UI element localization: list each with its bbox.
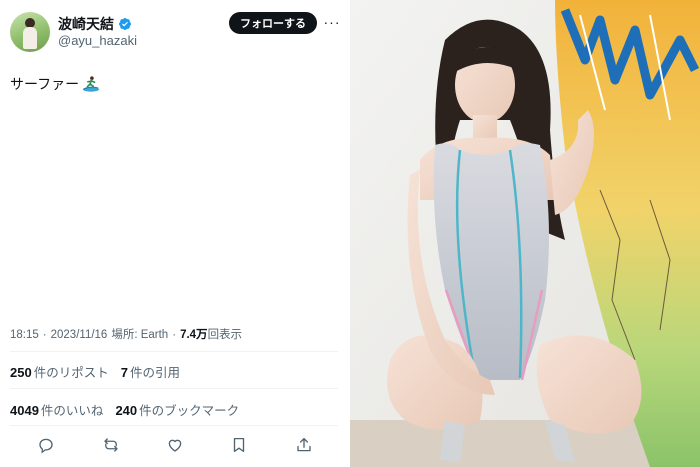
bookmarks-stat[interactable]: 240 件のブックマーク: [115, 400, 239, 419]
tweet-meta: 18:15 · 2023/11/16 場所: Earth · 7.4万 回表示: [10, 326, 242, 342]
divider: [10, 388, 338, 389]
photo-illustration: [350, 0, 700, 467]
like-icon[interactable]: [164, 434, 186, 456]
quotes-count: 7: [120, 365, 128, 380]
author-handle[interactable]: @ayu_hazaki: [58, 33, 137, 48]
verified-badge-icon: [118, 17, 132, 31]
tweet-text: サーファー: [10, 74, 100, 94]
reply-icon[interactable]: [35, 434, 57, 456]
divider: [10, 351, 338, 352]
more-options-icon[interactable]: ···: [323, 12, 341, 32]
likes-count: 4049: [10, 403, 39, 418]
reposts-label: 件のリポスト: [33, 366, 109, 380]
bookmarks-count: 240: [115, 403, 138, 418]
tweet-panel: 波崎天結 @ayu_hazaki フォローする ··· サーファー 18:15 …: [0, 0, 350, 467]
reposts-count: 250: [10, 365, 32, 380]
likes-label: 件のいいね: [40, 404, 104, 418]
bookmark-icon[interactable]: [228, 434, 250, 456]
avatar-body: [23, 27, 37, 49]
tweet-actions-bar: [0, 430, 350, 460]
share-icon[interactable]: [293, 434, 315, 456]
surfer-emoji-icon: [82, 75, 100, 93]
divider: [10, 425, 338, 426]
author-name-row[interactable]: 波崎天結: [58, 14, 132, 34]
stats-row-reposts: 250 件のリポスト 7 件の引用: [10, 362, 180, 381]
quotes-label: 件の引用: [129, 366, 180, 380]
avatar[interactable]: [10, 12, 50, 52]
likes-stat[interactable]: 4049 件のいいね: [10, 400, 103, 419]
meta-separator: ·: [42, 329, 47, 341]
bookmarks-label: 件のブックマーク: [139, 404, 240, 418]
tweet-time[interactable]: 18:15: [10, 329, 39, 341]
attached-photo[interactable]: [350, 0, 700, 467]
follow-button[interactable]: フォローする: [229, 12, 317, 34]
meta-separator-2: ·: [172, 329, 177, 341]
tweet-location[interactable]: 場所: Earth: [111, 326, 168, 342]
stats-row-likes: 4049 件のいいね 240 件のブックマーク: [10, 400, 239, 419]
tweet-text-content: サーファー: [10, 76, 80, 92]
quotes-stat[interactable]: 7 件の引用: [121, 362, 180, 381]
views-count: 7.4万: [180, 329, 208, 341]
views-label: 回表示: [207, 329, 243, 341]
author-display-name[interactable]: 波崎天結: [58, 14, 114, 34]
repost-icon[interactable]: [100, 434, 122, 456]
reposts-stat[interactable]: 250 件のリポスト: [10, 362, 109, 381]
tweet-date[interactable]: 2023/11/16: [51, 329, 108, 341]
